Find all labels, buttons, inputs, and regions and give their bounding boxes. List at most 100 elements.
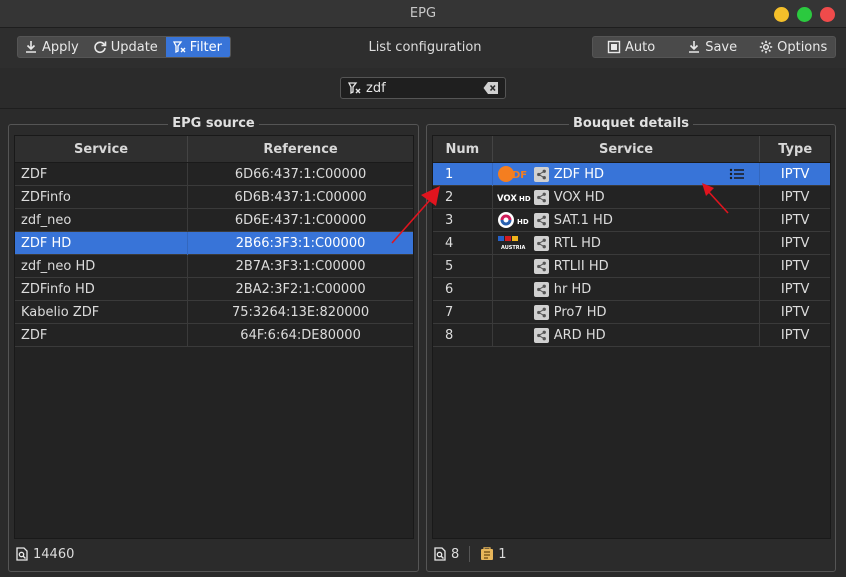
save-icon <box>689 41 700 53</box>
channel-logo <box>497 280 531 298</box>
table-row[interactable]: ZDF 6D66:437:1:C00000 <box>15 162 413 186</box>
type-cell: IPTV <box>780 327 810 343</box>
save-button[interactable]: Save <box>667 37 745 57</box>
type-cell: IPTV <box>780 281 810 297</box>
auto-icon <box>607 40 621 54</box>
table-row[interactable]: zdf_neo HD 2B7A:3F3:1:C00000 <box>15 254 413 278</box>
num-cell: 1 <box>433 162 493 186</box>
service-cell: zdf_neo <box>15 208 189 232</box>
bouquet-count-icon <box>481 547 494 560</box>
save-label: Save <box>705 39 738 55</box>
service-name: RTL HD <box>553 235 601 251</box>
update-label: Update <box>110 39 158 55</box>
table-row[interactable]: 8 ARD HD IPTV <box>433 323 830 347</box>
toolbar-divider <box>0 108 846 109</box>
close-button[interactable] <box>820 7 835 22</box>
service-cell: RTLII HD <box>493 254 761 278</box>
table-row[interactable]: 2 VOX HD VOX HD IPTV <box>433 185 830 209</box>
service-cell: Kabelio ZDF <box>15 300 189 324</box>
type-cell: IPTV <box>780 235 810 251</box>
epg-source-header: Service Reference <box>15 136 413 163</box>
table-row[interactable]: 6 hr HD IPTV <box>433 277 830 301</box>
minimize-button[interactable] <box>774 7 789 22</box>
service-cell: VOX HD VOX HD <box>493 185 761 209</box>
num-cell: 7 <box>433 300 493 324</box>
channel-logo <box>497 326 531 344</box>
num-cell: 4 <box>433 231 493 255</box>
share-icon <box>536 284 546 294</box>
options-label: Options <box>777 39 828 55</box>
service-cell: zdf_neo HD <box>15 254 189 278</box>
reference-cell: 6D6E:437:1:C00000 <box>234 212 367 228</box>
service-name: RTLII HD <box>553 258 609 274</box>
auto-button[interactable]: Auto <box>593 37 667 57</box>
maximize-button[interactable] <box>797 7 812 22</box>
bouquet-status: 8 1 <box>433 545 507 563</box>
share-icon-box <box>533 304 549 320</box>
share-icon <box>536 192 546 202</box>
filter-search-box[interactable] <box>340 77 506 99</box>
settings-button-group: Auto Save Options <box>592 36 837 58</box>
apply-button[interactable]: Apply <box>18 37 87 57</box>
filter-button[interactable]: Filter <box>165 37 230 57</box>
service-cell: ZDF <box>15 323 189 347</box>
column-header-reference[interactable]: Reference <box>188 136 413 162</box>
channel-logo: AUSTRIA <box>497 234 531 252</box>
search-input[interactable] <box>366 80 476 96</box>
type-cell: IPTV <box>780 258 810 274</box>
service-cell: ZDFinfo HD <box>15 277 189 301</box>
column-header-num[interactable]: Num <box>433 136 493 162</box>
clear-icon[interactable] <box>483 81 499 95</box>
share-icon <box>536 215 546 225</box>
window-title: EPG <box>409 6 437 21</box>
table-row[interactable]: ZDF HD 2B66:3F3:1:C00000 <box>15 231 413 255</box>
reference-cell: 6D6B:437:1:C00000 <box>234 189 367 205</box>
table-row[interactable]: Kabelio ZDF 75:3264:13E:820000 <box>15 300 413 324</box>
channel-logo: DF <box>497 165 531 183</box>
table-row[interactable]: 1 DF ZDF HD IPTV <box>433 162 830 186</box>
bouquet-details-title: Bouquet details <box>569 116 693 131</box>
column-header-type[interactable]: Type <box>760 136 830 162</box>
table-row[interactable]: 4 AUSTRIA RTL HD IPTV <box>433 231 830 255</box>
type-cell: IPTV <box>780 189 810 205</box>
share-icon <box>536 238 546 248</box>
num-cell: 3 <box>433 208 493 232</box>
refresh-icon <box>94 41 107 54</box>
options-button[interactable]: Options <box>745 37 835 57</box>
table-row[interactable]: 7 Pro7 HD IPTV <box>433 300 830 324</box>
bouquet-header: Num Service Type <box>433 136 830 163</box>
filter-icon <box>347 82 361 95</box>
bouquet-rows: 1 DF ZDF HD IPTV 2 VOX HD VOX HD IPTV 3 HD SAT.1 HD… <box>433 162 830 347</box>
action-button-group: Apply Update Filter <box>17 36 231 58</box>
service-name: SAT.1 HD <box>553 212 613 228</box>
auto-label: Auto <box>625 39 656 55</box>
reference-cell: 75:3264:13E:820000 <box>232 304 370 320</box>
table-row[interactable]: 5 RTLII HD IPTV <box>433 254 830 278</box>
column-header-service[interactable]: Service <box>15 136 189 162</box>
epg-source-title: EPG source <box>168 116 259 131</box>
table-row[interactable]: ZDF 64F:6:64:DE80000 <box>15 323 413 347</box>
svg-text:DF: DF <box>512 170 527 181</box>
service-name: ARD HD <box>553 327 606 343</box>
epg-source-count: 14460 <box>33 546 75 562</box>
share-icon-box <box>533 212 549 228</box>
table-row[interactable]: ZDFinfo HD 2BA2:3F2:1:C00000 <box>15 277 413 301</box>
search-count-icon <box>16 547 28 561</box>
reference-cell: 2B7A:3F3:1:C00000 <box>235 258 366 274</box>
column-header-service[interactable]: Service <box>493 136 761 162</box>
epg-source-panel: EPG source Service Reference ZDF 6D66:437… <box>8 116 419 572</box>
bouquet-table[interactable]: Num Service Type 1 DF ZDF HD IPTV 2 VOX HD VOX … <box>432 135 831 539</box>
svg-text:VOX: VOX <box>497 194 517 204</box>
update-button[interactable]: Update <box>87 37 166 57</box>
type-cell: IPTV <box>780 166 810 182</box>
epg-source-table[interactable]: Service Reference ZDF 6D66:437:1:C00000 ZD… <box>14 135 414 539</box>
status-separator <box>469 546 471 562</box>
table-row[interactable]: zdf_neo 6D6E:437:1:C00000 <box>15 208 413 232</box>
list-icon[interactable] <box>729 168 745 180</box>
table-row[interactable]: 3 HD SAT.1 HD IPTV <box>433 208 830 232</box>
service-cell: ARD HD <box>493 323 761 347</box>
service-cell: ZDFinfo <box>15 185 189 209</box>
bouquet-count: 8 <box>451 546 460 562</box>
service-cell: DF ZDF HD <box>493 162 761 186</box>
table-row[interactable]: ZDFinfo 6D6B:437:1:C00000 <box>15 185 413 209</box>
